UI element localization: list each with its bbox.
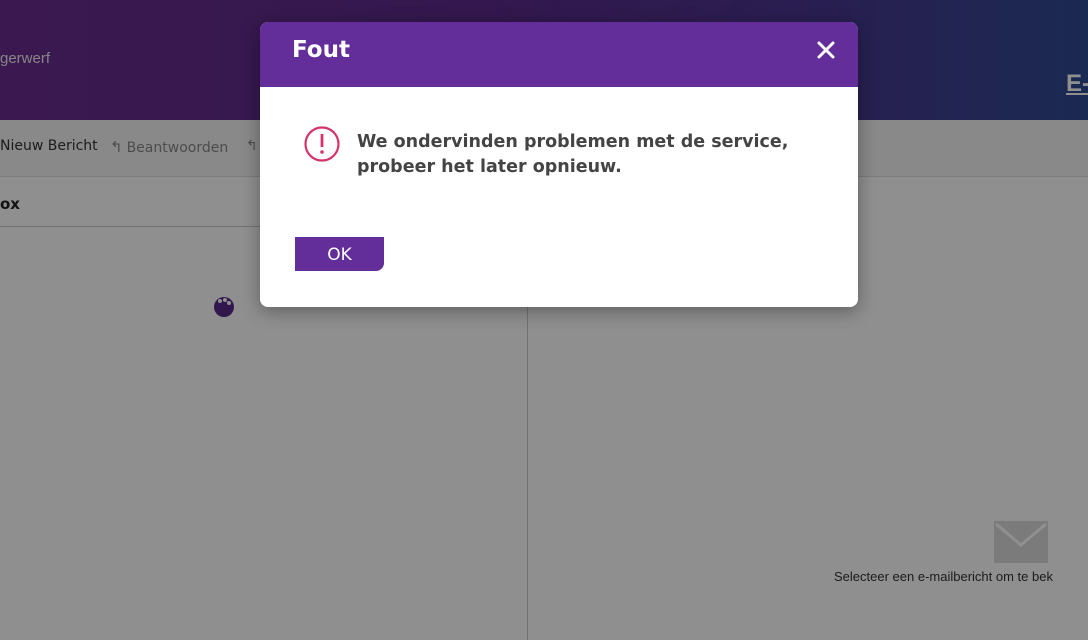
error-message: We ondervinden problemen met de service,… <box>357 132 789 177</box>
error-dialog: Fout We ondervinden problemen met de ser… <box>260 22 858 307</box>
dialog-header: Fout <box>260 22 858 87</box>
dialog-title: Fout <box>292 37 350 63</box>
exclamation-circle-icon <box>304 126 340 162</box>
ok-button[interactable]: OK <box>295 237 384 271</box>
close-icon[interactable] <box>814 38 838 62</box>
